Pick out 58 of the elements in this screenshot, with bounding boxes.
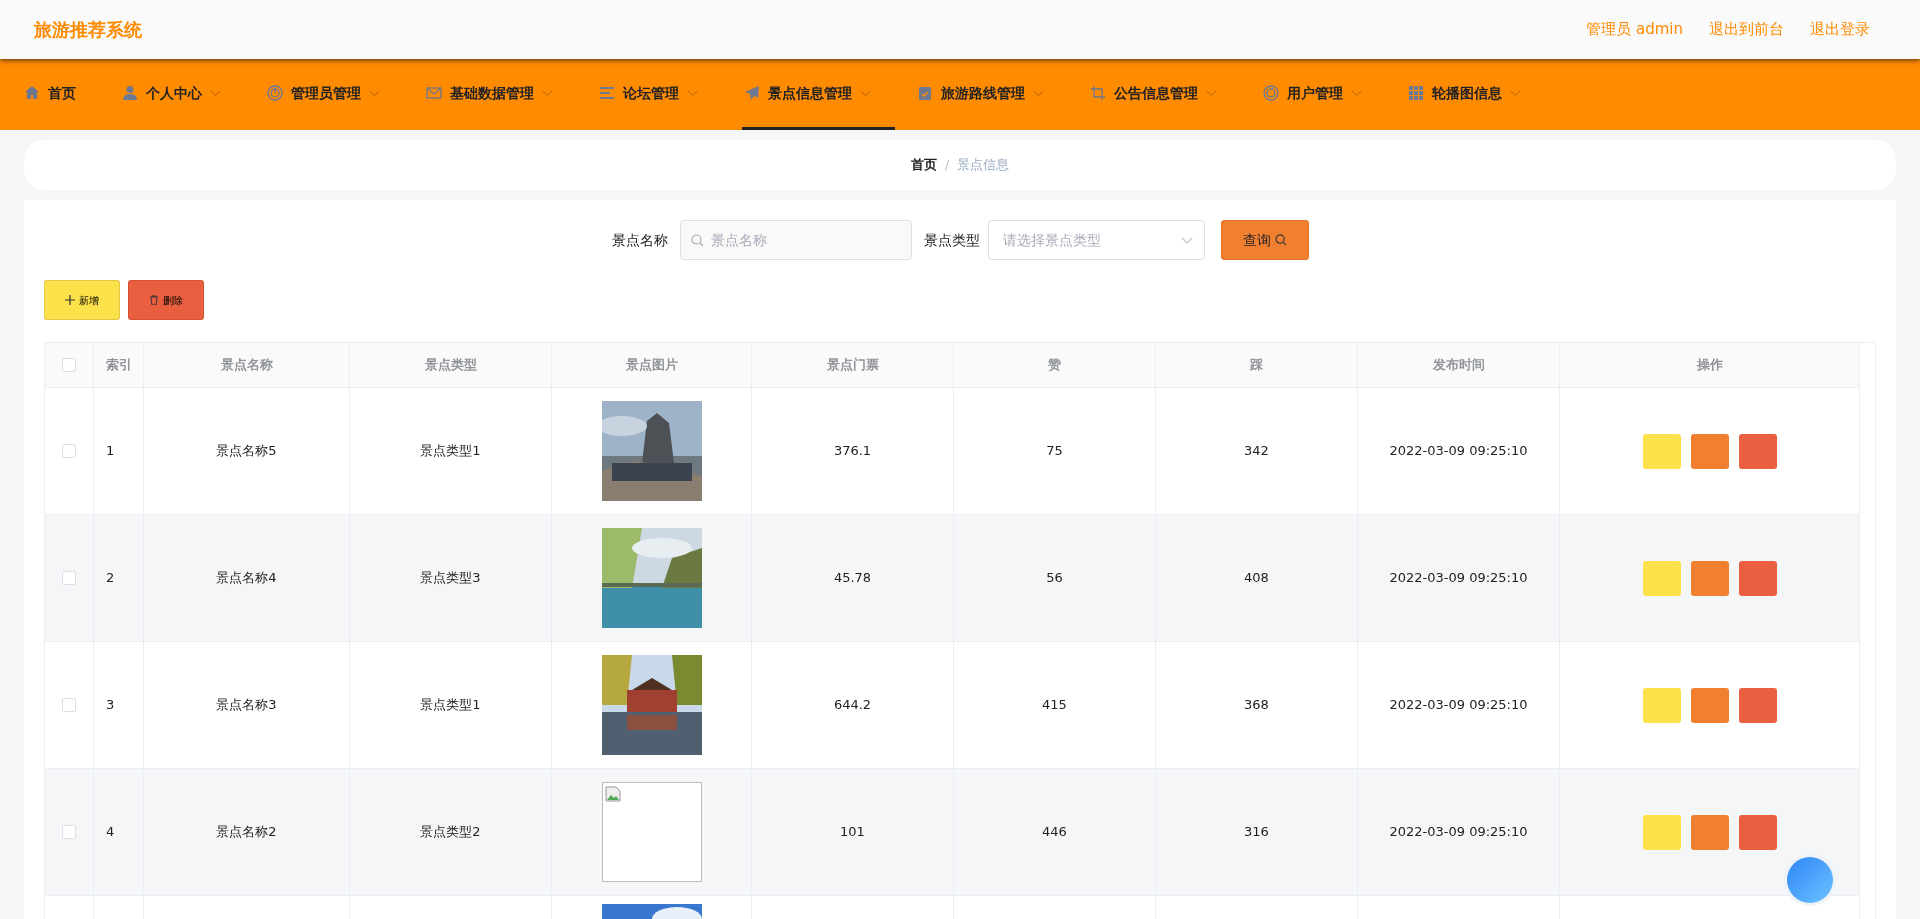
app-title: 旅游推荐系统 xyxy=(34,18,142,42)
table-cell-text: 2022-03-09 09:25:10 xyxy=(1389,569,1528,588)
table-cell-text: 376.1 xyxy=(833,442,872,461)
table-cell-text: 景点名称3 xyxy=(216,696,277,715)
nav-tab[interactable]: 首页 xyxy=(22,59,100,130)
nav-tab[interactable]: 旅游路线管理 xyxy=(915,59,1068,130)
table-cell-text: 415 xyxy=(1042,696,1067,715)
table-cell-text: 408 xyxy=(1244,569,1269,588)
type-select[interactable]: 请选择景点类型 xyxy=(987,220,1205,260)
breadcrumb-separator: / xyxy=(944,156,950,175)
breadcrumb-item: 景点信息 xyxy=(957,156,1010,175)
nav-tab[interactable]: 用户管理 xyxy=(1261,59,1386,130)
column-header: 操作 xyxy=(1696,356,1723,375)
delete-button[interactable]: 删除 xyxy=(128,280,204,320)
column-header: 踩 xyxy=(1250,356,1263,375)
table-cell-text: 56 xyxy=(1046,569,1063,588)
table-cell-text: 景点类型2 xyxy=(420,823,481,842)
nav-tab[interactable]: 管理员管理 xyxy=(265,59,404,130)
nav-tab[interactable]: 景点信息管理 xyxy=(742,59,895,130)
query-button[interactable]: 查询 xyxy=(1220,220,1309,260)
table-cell-text: 644.2 xyxy=(833,696,872,715)
column-header: 景点名称 xyxy=(220,356,273,375)
table-cell-text: 45.78 xyxy=(833,569,872,588)
column-header: 赞 xyxy=(1048,356,1061,375)
nav-tab[interactable]: 公告信息管理 xyxy=(1088,59,1241,130)
table-cell-text: 2 xyxy=(106,569,115,588)
column-header: 发布时间 xyxy=(1432,356,1485,375)
search-field[interactable]: 景点名称 xyxy=(679,220,912,260)
table-cell-text: 75 xyxy=(1046,442,1063,461)
table-cell-text: 316 xyxy=(1244,823,1269,842)
breadcrumb-item[interactable]: 首页 xyxy=(910,155,937,175)
nav-tab[interactable]: 基础数据管理 xyxy=(424,59,577,130)
table-cell-text: 446 xyxy=(1042,823,1067,842)
table-cell-text: 景点名称5 xyxy=(216,442,277,461)
table-cell-text: 景点类型3 xyxy=(420,569,481,588)
table-cell-text: 1 xyxy=(106,442,115,461)
table-cell-text: 342 xyxy=(1244,442,1269,461)
column-header: 景点图片 xyxy=(625,356,678,375)
add-button[interactable]: 新增 xyxy=(44,280,120,320)
table-cell-text: 景点名称2 xyxy=(216,823,277,842)
table-cell-text: 2022-03-09 09:25:10 xyxy=(1389,823,1528,842)
table-cell-text: 368 xyxy=(1244,696,1269,715)
column-header: 景点类型 xyxy=(424,356,477,375)
nav-tab[interactable]: 轮播图信息 xyxy=(1406,59,1545,130)
table-cell-text: 景点名称4 xyxy=(216,569,277,588)
field-label: 景点类型 xyxy=(923,230,980,250)
field-label: 景点名称 xyxy=(611,230,668,250)
table-cell-text: 2022-03-09 09:25:10 xyxy=(1389,442,1528,461)
table-cell-text: 3 xyxy=(106,696,115,715)
table-cell-text: 4 xyxy=(106,823,115,842)
column-header: 索引 xyxy=(106,356,132,375)
nav-tab[interactable]: 个人中心 xyxy=(120,59,245,130)
table-cell-text: 101 xyxy=(840,823,865,842)
table-cell-text: 景点类型1 xyxy=(420,696,481,715)
table-cell-text: 2022-03-09 09:25:10 xyxy=(1389,696,1528,715)
table-cell-text: 景点类型1 xyxy=(420,442,481,461)
column-header: 景点门票 xyxy=(826,356,879,375)
nav-tab[interactable]: 论坛管理 xyxy=(597,59,722,130)
